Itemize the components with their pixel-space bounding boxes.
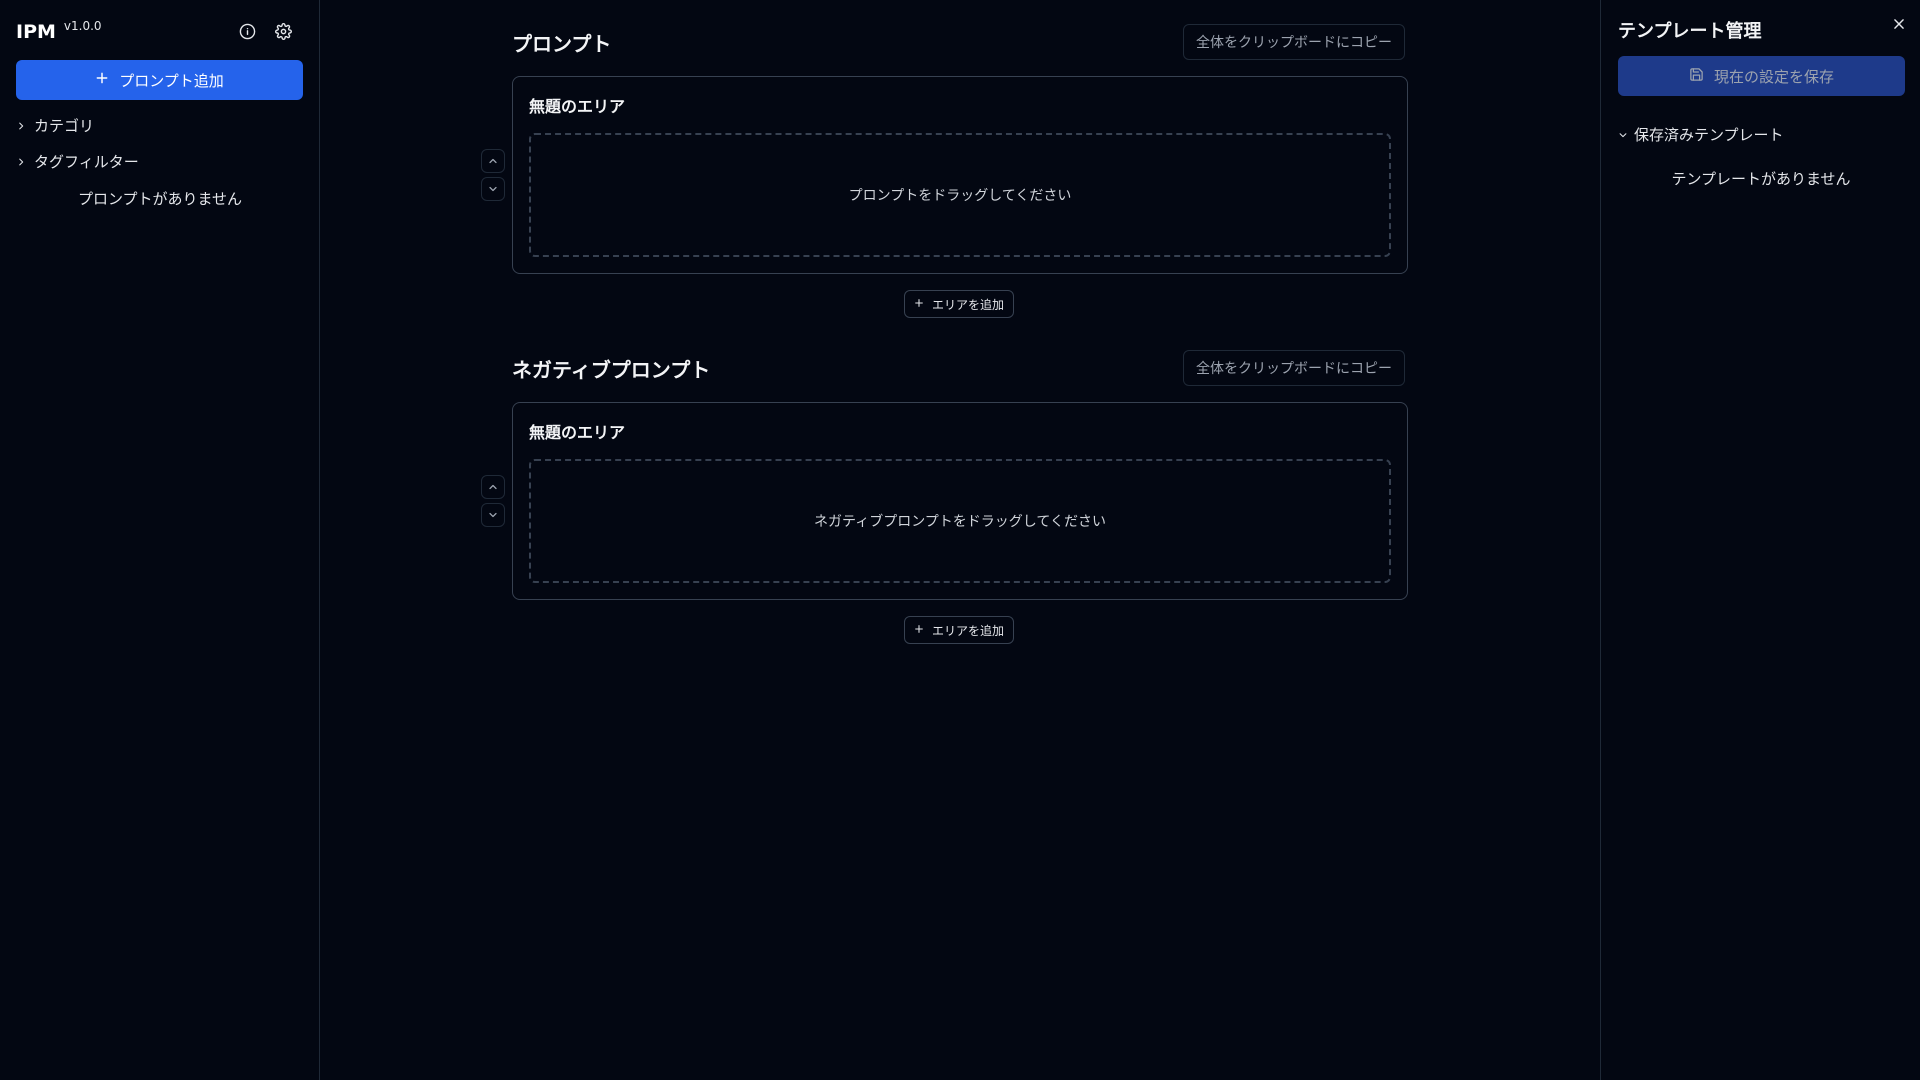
sidebar-section-tag-filter[interactable]: タグフィルター — [16, 151, 139, 172]
chevron-down-icon — [1618, 126, 1628, 144]
sidebar: IPM v1.0.0 プロンプト追加 カテゴリ タグフィルター プロンプトがあり… — [0, 0, 320, 1080]
add-area-button[interactable]: エリアを追加 — [904, 616, 1015, 644]
area-title[interactable]: 無題のエリア — [529, 419, 625, 443]
chevron-up-icon — [489, 158, 497, 164]
add-prompt-button[interactable]: プロンプト追加 — [16, 60, 303, 100]
save-template-label: 現在の設定を保存 — [1713, 67, 1834, 86]
move-down-button[interactable] — [481, 177, 505, 201]
chevron-down-icon — [489, 512, 497, 518]
plus-icon — [95, 71, 109, 89]
chevron-down-icon — [489, 186, 497, 192]
add-area-label: エリアを追加 — [932, 297, 1005, 312]
copy-prompt-button[interactable]: 全体をクリップボードにコピー — [1183, 24, 1405, 60]
chevron-right-icon — [16, 117, 26, 135]
add-area-label: エリアを追加 — [932, 623, 1005, 638]
add-prompt-label: プロンプト追加 — [119, 71, 224, 90]
move-down-button[interactable] — [481, 503, 505, 527]
template-panel: テンプレート管理 現在の設定を保存 保存済みテンプレート テンプレートがありませ… — [1600, 0, 1920, 1080]
move-up-button[interactable] — [481, 475, 505, 499]
saved-templates-section[interactable]: 保存済みテンプレート — [1618, 124, 1784, 145]
template-list-empty-text: テンプレートがありません — [1671, 170, 1851, 188]
negative-section-title: ネガティブプロンプト — [512, 358, 711, 382]
chevron-right-icon — [16, 153, 26, 171]
prompt-section-title: プロンプト — [512, 32, 612, 56]
app-name: IPM — [16, 21, 56, 43]
chevron-up-icon — [489, 484, 497, 490]
prompt-area-card: 無題のエリア プロンプトをドラッグしてください — [512, 76, 1408, 274]
sidebar-section-category[interactable]: カテゴリ — [16, 115, 94, 136]
close-icon[interactable] — [1889, 14, 1909, 34]
area-title[interactable]: 無題のエリア — [529, 93, 625, 117]
sidebar-section-label: カテゴリ — [34, 117, 95, 135]
prompt-drop-zone[interactable]: プロンプトをドラッグしてください — [529, 133, 1391, 257]
gear-icon[interactable] — [272, 20, 294, 42]
negative-drop-zone[interactable]: ネガティブプロンプトをドラッグしてください — [529, 459, 1391, 583]
prompt-list-empty-text: プロンプトがありません — [77, 190, 243, 208]
plus-icon — [914, 297, 924, 311]
header-icons — [236, 20, 294, 42]
save-template-button[interactable]: 現在の設定を保存 — [1618, 56, 1905, 96]
plus-icon — [914, 623, 924, 637]
app-header: IPM v1.0.0 — [16, 18, 102, 46]
app-version: v1.0.0 — [63, 19, 102, 33]
move-up-button[interactable] — [481, 149, 505, 173]
add-area-button[interactable]: エリアを追加 — [904, 290, 1015, 318]
saved-templates-label: 保存済みテンプレート — [1634, 126, 1784, 144]
copy-negative-button[interactable]: 全体をクリップボードにコピー — [1183, 350, 1405, 386]
info-icon[interactable] — [236, 20, 258, 42]
sidebar-section-label: タグフィルター — [34, 153, 139, 171]
template-panel-title: テンプレート管理 — [1618, 21, 1762, 42]
main-editor: プロンプト 全体をクリップボードにコピー 無題のエリア プロンプトをドラッグして… — [321, 0, 1600, 1080]
save-icon — [1689, 67, 1704, 86]
negative-area-card: 無題のエリア ネガティブプロンプトをドラッグしてください — [512, 402, 1408, 600]
app-root: IPM v1.0.0 プロンプト追加 カテゴリ タグフィルター プロンプトがあり… — [0, 0, 1920, 1080]
